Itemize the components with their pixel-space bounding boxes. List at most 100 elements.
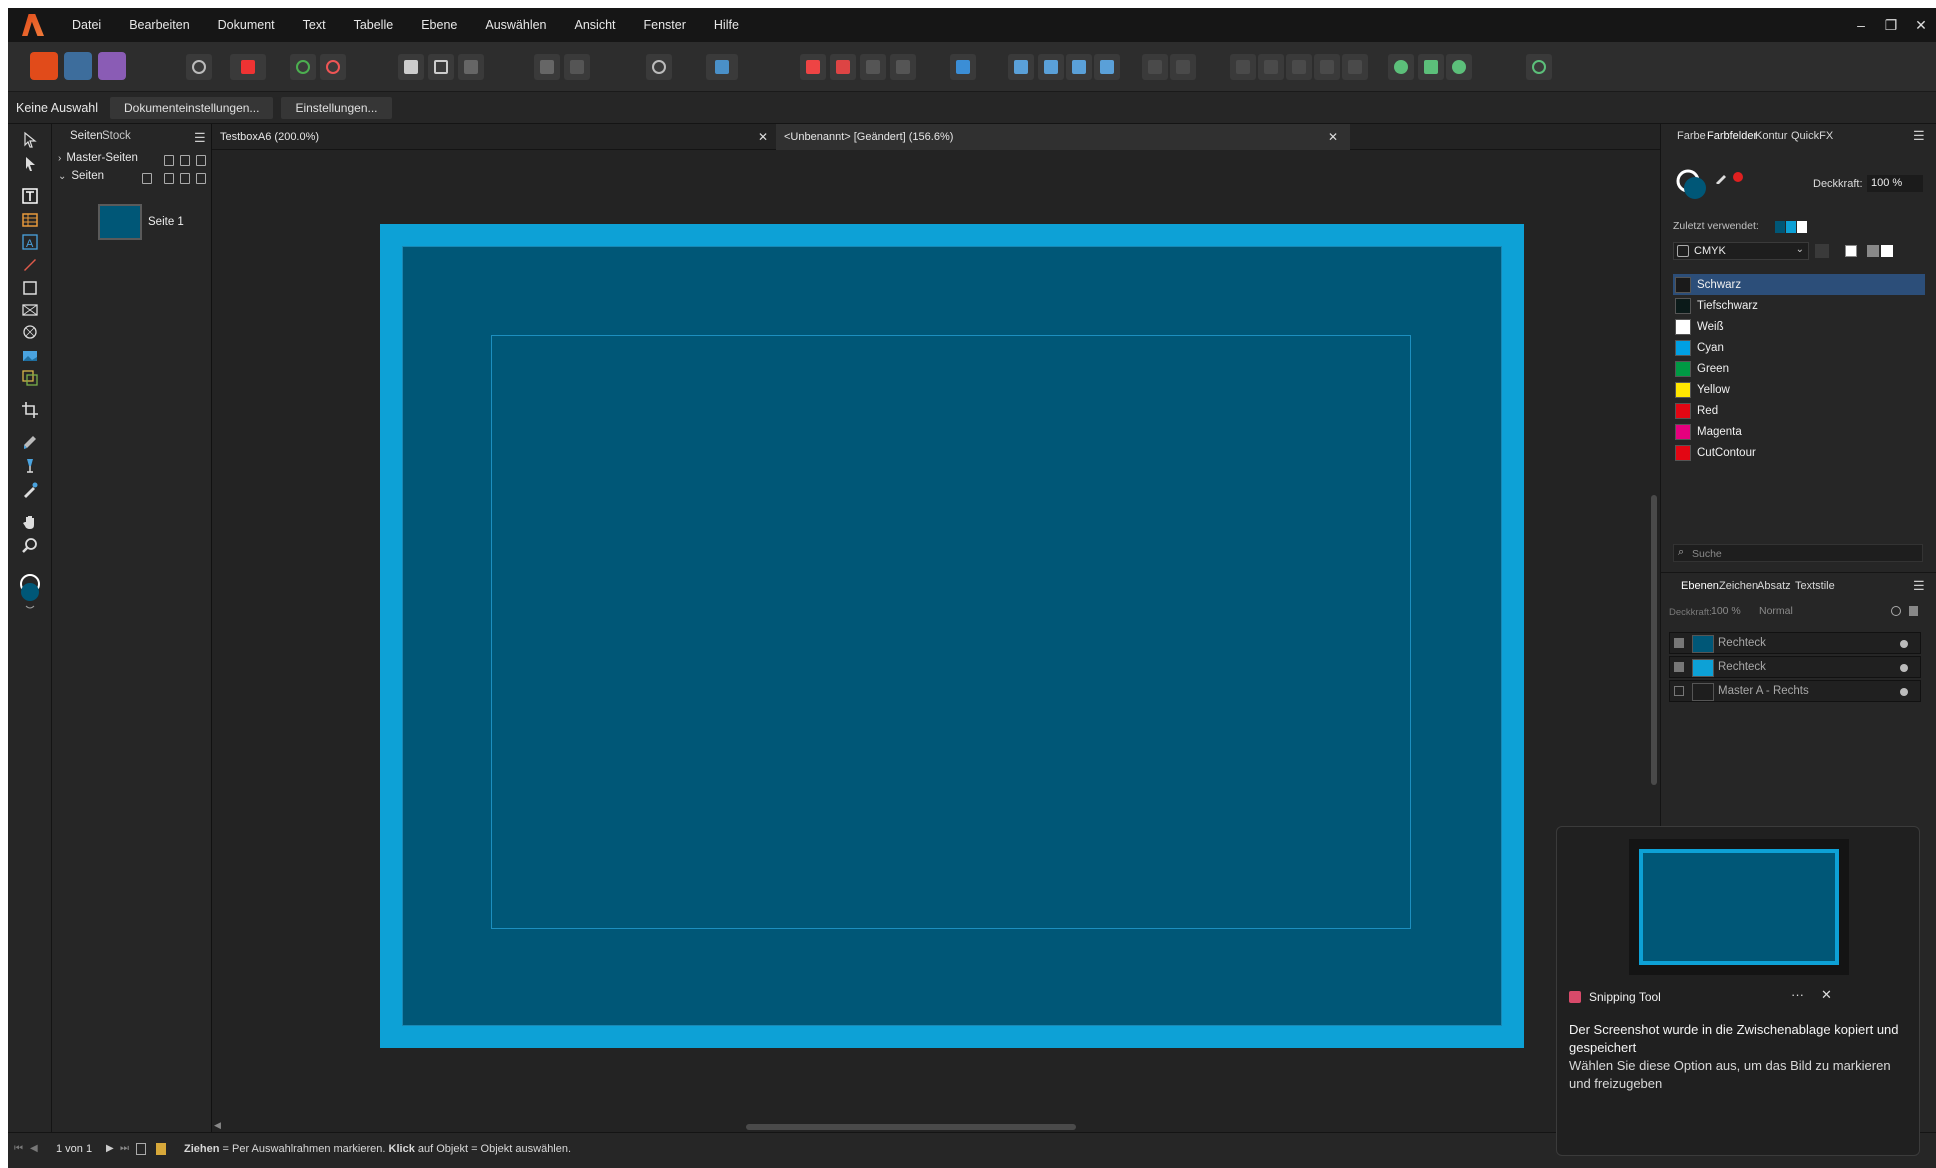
spread-view-icon[interactable] — [136, 1143, 146, 1155]
tab-quickfx[interactable]: QuickFX — [1791, 130, 1833, 142]
scroll-left-icon[interactable]: ◀ — [214, 1120, 221, 1131]
preview-mode-icon[interactable] — [186, 54, 212, 80]
page-rectangle[interactable] — [402, 246, 1502, 1026]
tab-zeichen[interactable]: Zeichen — [1719, 580, 1758, 592]
previous-page-icon[interactable]: ◀ — [30, 1143, 38, 1154]
fill-tool-icon[interactable] — [19, 432, 41, 452]
tab-kontur[interactable]: Kontur — [1755, 130, 1787, 142]
group-icon[interactable] — [1142, 54, 1168, 80]
menu-hilfe[interactable]: Hilfe — [700, 8, 753, 42]
artistic-text-tool-icon[interactable]: A — [19, 232, 41, 252]
boolean-divide-icon[interactable] — [1342, 54, 1368, 80]
white-swatch-icon[interactable] — [1881, 245, 1893, 257]
resources-icon[interactable] — [1418, 54, 1444, 80]
swatch-row[interactable]: Schwarz — [1673, 274, 1925, 295]
color-picker-tool-icon[interactable] — [19, 480, 41, 500]
add-page-icon[interactable] — [164, 173, 174, 184]
node-tool-icon[interactable] — [19, 154, 41, 174]
lock-icon[interactable] — [1909, 606, 1918, 616]
align-icon[interactable] — [950, 54, 976, 80]
tab-unbenannt[interactable]: <Unbenannt> [Geändert] (156.6%) — [776, 124, 1350, 150]
grey-swatch-icon[interactable] — [1867, 245, 1879, 257]
crop-tool-icon[interactable] — [19, 400, 41, 420]
more-options-icon[interactable]: ··· — [1791, 987, 1804, 1002]
designer-persona-icon[interactable] — [64, 52, 92, 80]
horizontal-scroll-thumb[interactable] — [746, 1124, 1076, 1130]
ellipse-frame-tool-icon[interactable] — [19, 322, 41, 342]
view-mode-normal-icon[interactable] — [398, 54, 424, 80]
recent-swatch-3[interactable] — [1797, 221, 1807, 233]
settings-gear-icon[interactable] — [290, 54, 316, 80]
settings-button[interactable]: Einstellungen... — [281, 96, 392, 119]
swatch-row[interactable]: Cyan — [1673, 337, 1925, 358]
layer-row[interactable]: Master A - Rechts — [1669, 680, 1921, 702]
opacity-input[interactable]: 100 % — [1867, 175, 1923, 192]
transparency-tool-icon[interactable] — [19, 456, 41, 476]
vertical-scroll-thumb[interactable] — [1651, 495, 1657, 785]
boolean-intersect-icon[interactable] — [1286, 54, 1312, 80]
tree-master-pages[interactable]: › Master-Seiten — [58, 152, 138, 164]
add-master-icon[interactable] — [164, 155, 174, 166]
page-options-icon[interactable] — [142, 173, 152, 184]
visibility-icon[interactable] — [1900, 688, 1908, 696]
tab-testboxa6[interactable]: TestboxA6 (200.0%) — [212, 124, 776, 150]
boolean-subtract-icon[interactable] — [1258, 54, 1284, 80]
arrange-backward-icon[interactable] — [860, 54, 886, 80]
hand-tool-icon[interactable] — [19, 512, 41, 532]
view-mode-clip-icon[interactable] — [458, 54, 484, 80]
gear-icon[interactable] — [1891, 606, 1901, 616]
layer-row[interactable]: Rechteck — [1669, 656, 1921, 678]
visibility-icon[interactable] — [1900, 640, 1908, 648]
table-tool-icon[interactable] — [19, 210, 41, 230]
move-tool-icon[interactable] — [19, 130, 41, 150]
unpin-icon[interactable] — [564, 54, 590, 80]
rectangle-frame-tool-icon[interactable] — [19, 300, 41, 320]
ungroup-icon[interactable] — [1170, 54, 1196, 80]
swatch-row[interactable]: Red — [1673, 400, 1925, 421]
arrange-front-icon[interactable] — [800, 54, 826, 80]
text-frame-icon[interactable] — [706, 54, 738, 80]
assets-icon[interactable] — [1388, 54, 1414, 80]
arrange-back-icon[interactable] — [890, 54, 916, 80]
duplicate-master-icon[interactable] — [180, 155, 190, 166]
screenshot-preview[interactable] — [1629, 839, 1849, 975]
tab-farbfelder[interactable]: Farbfelder — [1707, 130, 1757, 142]
tab-farbe[interactable]: Farbe — [1677, 130, 1706, 142]
close-toast-icon[interactable]: ✕ — [1821, 987, 1832, 1003]
minimize-button[interactable]: – — [1846, 8, 1876, 42]
visibility-icon[interactable] — [1900, 664, 1908, 672]
panel-menu-icon[interactable]: ☰ — [1913, 578, 1925, 594]
picture-frame-tool-icon[interactable] — [19, 368, 41, 388]
delete-page-icon[interactable] — [196, 173, 206, 184]
menu-fenster[interactable]: Fenster — [630, 8, 700, 42]
rotate-left-icon[interactable] — [1066, 54, 1092, 80]
tab-ebenen[interactable]: Ebenen — [1681, 580, 1719, 592]
panel-menu-icon[interactable]: ☰ — [1913, 128, 1925, 144]
swatch-row[interactable]: Yellow — [1673, 379, 1925, 400]
account-icon[interactable] — [1526, 54, 1552, 80]
tab-absatz[interactable]: Absatz — [1757, 580, 1791, 592]
publisher-persona-icon[interactable] — [30, 52, 58, 80]
menu-datei[interactable]: Datei — [58, 8, 115, 42]
zoom-tool-icon[interactable] — [19, 536, 41, 556]
show-guides-icon[interactable] — [646, 54, 672, 80]
fill-stroke-swatch-icon[interactable] — [1675, 168, 1709, 202]
place-image-tool-icon[interactable] — [19, 346, 41, 366]
boolean-add-icon[interactable] — [1230, 54, 1256, 80]
horizontal-scrollbar[interactable]: ◀ — [212, 1120, 1648, 1132]
blend-mode-dropdown[interactable]: Normal — [1759, 605, 1793, 617]
restore-button[interactable]: ❐ — [1876, 8, 1906, 42]
boolean-xor-icon[interactable] — [1314, 54, 1340, 80]
tab-seiten[interactable]: Seiten — [70, 130, 103, 142]
tree-pages[interactable]: ⌄ Seiten — [58, 170, 104, 182]
color-picker-icon[interactable] — [1715, 170, 1729, 185]
recent-swatch-2[interactable] — [1786, 221, 1796, 233]
add-swatch-icon[interactable] — [1815, 244, 1829, 258]
snipping-tool-notification[interactable]: Snipping Tool ··· ✕ Der Screenshot wurde… — [1556, 826, 1920, 1156]
swatch-row[interactable]: Green — [1673, 358, 1925, 379]
photo-persona-icon[interactable] — [98, 52, 126, 80]
pen-tool-icon[interactable] — [19, 254, 41, 274]
swatch-row[interactable]: CutContour — [1673, 442, 1925, 463]
arrange-forward-icon[interactable] — [830, 54, 856, 80]
swatch-row[interactable]: Weiß — [1673, 316, 1925, 337]
